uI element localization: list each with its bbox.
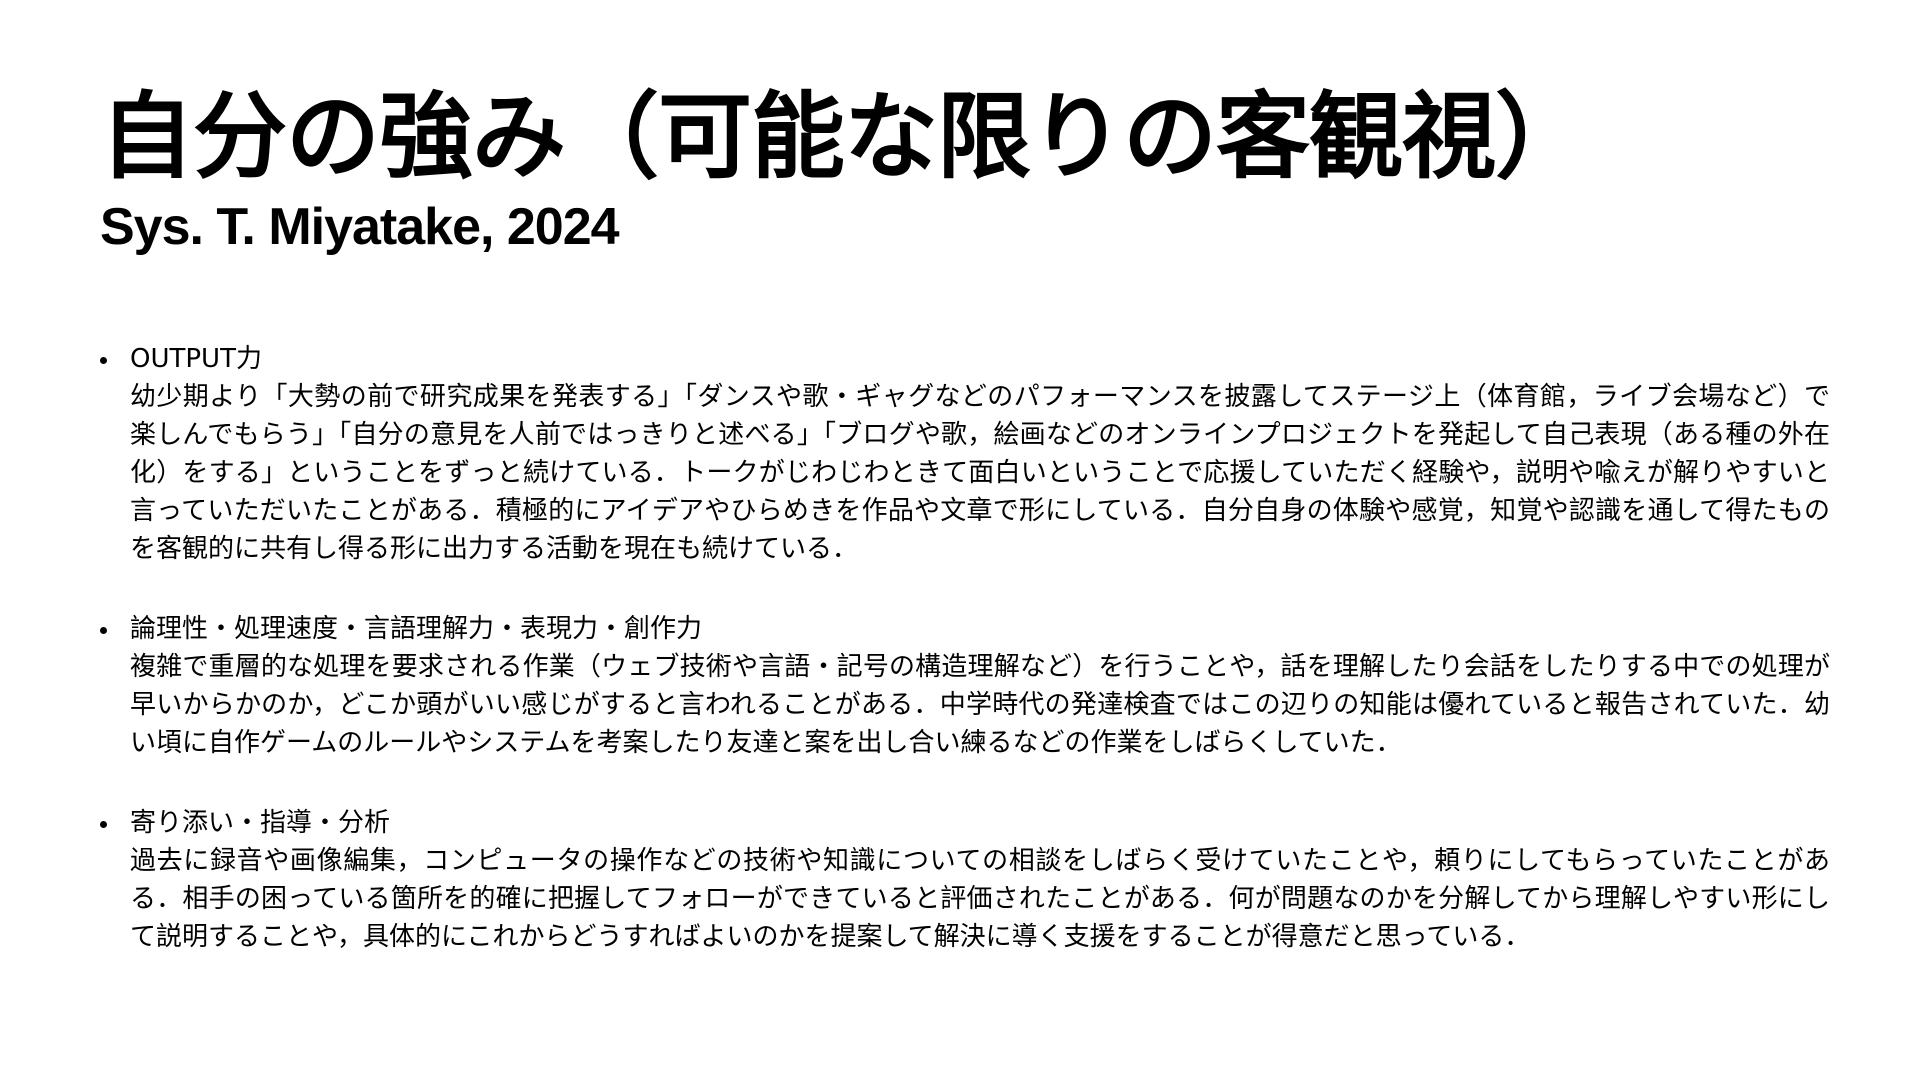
bullet-heading: OUTPUT力 (130, 344, 262, 374)
bullet-item-support: 寄り添い・指導・分析 過去に録音や画像編集，コンピュータの操作などの技術や知識に… (100, 804, 1845, 956)
bullet-body: 複雑で重層的な処理を要求される作業（ウェブ技術や言語・記号の構造理解など）を行う… (130, 652, 1830, 758)
bullet-dot-icon (100, 627, 107, 634)
bullet-heading: 寄り添い・指導・分析 (130, 808, 391, 838)
bullet-dot-icon (100, 357, 107, 364)
bullet-item-logic: 論理性・処理速度・言語理解力・表現力・創作力 複雑で重層的な処理を要求される作業… (100, 610, 1845, 762)
slide-subtitle: Sys. T. Miyatake, 2024 (100, 198, 620, 256)
bullet-dot-icon (100, 821, 107, 828)
bullet-heading: 論理性・処理速度・言語理解力・表現力・創作力 (130, 614, 703, 644)
slide-title: 自分の強み（可能な限りの客観視） (100, 83, 1589, 192)
bullet-list: OUTPUT力 幼少期より「大勢の前で研究成果を発表する」「ダンスや歌・ギャグな… (100, 340, 1845, 998)
bullet-item-output: OUTPUT力 幼少期より「大勢の前で研究成果を発表する」「ダンスや歌・ギャグな… (100, 340, 1845, 568)
bullet-body: 幼少期より「大勢の前で研究成果を発表する」「ダンスや歌・ギャグなどのパフォーマン… (130, 382, 1830, 564)
slide: 自分の強み（可能な限りの客観視） Sys. T. Miyatake, 2024 … (0, 0, 1920, 1080)
bullet-body: 過去に録音や画像編集，コンピュータの操作などの技術や知識についての相談をしばらく… (130, 846, 1830, 952)
